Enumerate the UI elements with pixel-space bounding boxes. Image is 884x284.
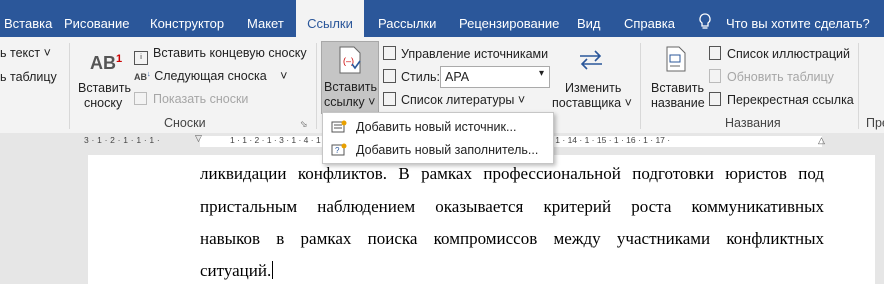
tab-draw[interactable]: Рисование [64,0,129,37]
document-line: ситуаций. [200,261,274,280]
add-placeholder-icon: ? [331,143,347,160]
insert-citation-menu: Добавить новый источник... ? Добавить но… [322,112,554,164]
next-footnote-label: Следующая сноска [154,69,267,83]
cross-reference-button[interactable]: Перекрестная ссылка [709,92,854,107]
insert-citation-button[interactable]: (–) Вставить ссылку ˅ [321,41,379,114]
tell-me-text: Что вы хотите сделать? [726,16,870,31]
cross-reference-label: Перекрестная ссылка [727,93,854,107]
bibliography-button[interactable]: Список литературы ˅ [383,92,525,107]
style-select[interactable]: APA ▾ [440,66,550,88]
citation-icon: (–) [338,46,362,79]
endnote-icon: i [134,51,148,65]
next-group-label: Пре [866,116,884,130]
ribbon-tab-bar: Вставка Рисование Конструктор Макет Ссыл… [0,0,884,37]
svg-text:?: ? [335,146,340,155]
insert-citation-label-2: ссылку ˅ [324,95,376,109]
bibliography-icon [383,92,396,106]
add-text-button[interactable]: ь текст ˅ [0,46,51,60]
update-provider-label-1: Изменить [565,81,622,95]
tell-me-box[interactable]: Что вы хотите сделать? [698,0,870,37]
style-value: APA [445,70,470,84]
caption-icon [666,46,686,77]
chevron-down-icon: ▾ [538,68,544,79]
update-figures-table-button[interactable]: Обновить таблицу [709,69,834,84]
table-of-figures-icon [709,46,721,60]
insert-caption-label-1: Вставить [651,81,704,95]
update-table-icon [709,69,721,83]
captions-group-label: Названия [725,116,781,130]
bibliography-label: Список литературы [401,93,515,107]
menu-item-add-placeholder[interactable]: ? Добавить новый заполнитель... [323,139,553,161]
dialog-launcher-icon[interactable]: ⬂ [300,119,308,130]
add-text-label: ь текст [0,46,41,60]
show-notes-button[interactable]: Показать сноски [134,92,248,106]
style-row: Стиль: [383,69,440,84]
chevron-down-icon: ˅ [280,69,288,83]
style-label: Стиль: [401,70,441,84]
menu-item-add-source[interactable]: Добавить новый источник... [323,116,553,138]
tab-view[interactable]: Вид [577,0,601,37]
insert-footnote-label-2: сноску [84,96,123,110]
next-footnote-button[interactable]: AB↓ Следующая сноска ˅ [134,69,287,83]
show-notes-icon [134,92,147,105]
indent-marker-icon[interactable]: ▽ [195,133,202,144]
text-cursor [272,261,274,279]
tab-design[interactable]: Конструктор [150,0,224,37]
document-line: навыков в рамках поиска компромиссов меж… [200,229,824,248]
next-footnote-icon: AB↓ [134,69,151,82]
insert-caption-label-2: название [651,96,705,110]
tab-mailings[interactable]: Рассылки [378,0,436,37]
document-line: пристальным наблюдением оказывается крит… [200,197,824,216]
style-icon [383,69,396,83]
insert-citation-label-1: Вставить [324,80,377,94]
document-line: ликвидации конфликтов. В рамках професси… [200,164,824,183]
table-of-figures-button[interactable]: Список иллюстраций [709,46,850,61]
tab-layout[interactable]: Макет [247,0,284,37]
tab-help[interactable]: Справка [624,0,675,37]
tab-references[interactable]: Ссылки [296,0,364,37]
manage-sources-label: Управление источниками [401,47,549,61]
right-indent-marker-icon[interactable]: △ [818,135,825,146]
tab-insert[interactable]: Вставка [0,0,53,37]
update-table-button[interactable]: ь таблицу [0,70,57,84]
swap-arrows-icon [578,50,604,75]
cross-reference-icon [709,92,721,106]
footnote-icon: AB1 [90,53,123,73]
table-of-figures-label: Список иллюстраций [727,47,851,61]
separator [858,43,859,129]
manage-sources-icon [383,46,396,60]
separator [69,43,70,129]
show-notes-label: Показать сноски [153,92,249,106]
ruler-left-marks: 3 · 1 · 2 · 1 · 1 · 1 · [84,135,160,145]
update-provider-label-2: поставщика ˅ [552,96,632,110]
insert-endnote-button[interactable]: i Вставить концевую сноску [134,46,307,65]
separator [316,43,317,129]
insert-endnote-label: Вставить концевую сноску [153,46,307,60]
update-table-label: Обновить таблицу [727,70,834,84]
tab-review[interactable]: Рецензирование [459,0,559,37]
footnotes-group-label: Сноски [164,116,206,130]
add-source-icon [331,120,347,137]
separator [640,43,641,129]
insert-footnote-label-1: Вставить [78,81,131,95]
manage-sources-button[interactable]: Управление источниками [383,46,548,61]
